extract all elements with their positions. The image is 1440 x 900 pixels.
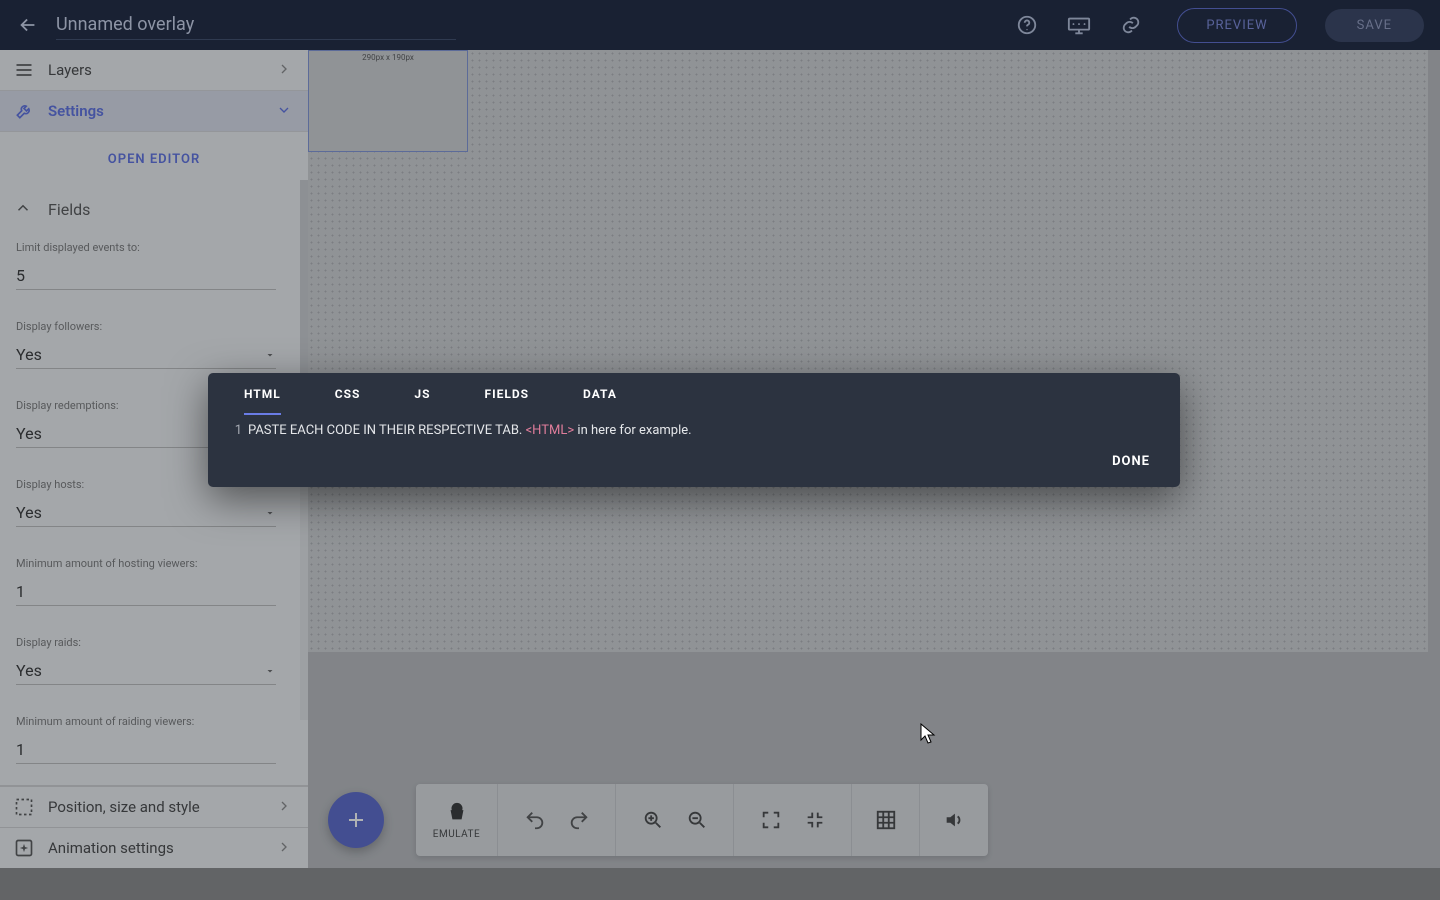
tab-data[interactable]: DATA — [583, 387, 617, 415]
tab-fields[interactable]: FIELDS — [484, 387, 529, 415]
code-editor-tabs: HTML CSS JS FIELDS DATA — [208, 373, 1180, 415]
tab-css[interactable]: CSS — [335, 387, 361, 415]
code-line: PASTE EACH CODE IN THEIR RESPECTIVE TAB.… — [248, 423, 692, 438]
mouse-cursor-icon — [920, 723, 936, 745]
done-button[interactable]: DONE — [1112, 454, 1150, 469]
line-number: 1 — [222, 423, 242, 438]
code-editor-area[interactable]: 1 PASTE EACH CODE IN THEIR RESPECTIVE TA… — [208, 415, 1180, 448]
tab-html[interactable]: HTML — [244, 387, 281, 415]
code-editor-modal: HTML CSS JS FIELDS DATA 1 PASTE EACH COD… — [208, 373, 1180, 487]
tab-js[interactable]: JS — [414, 387, 430, 415]
